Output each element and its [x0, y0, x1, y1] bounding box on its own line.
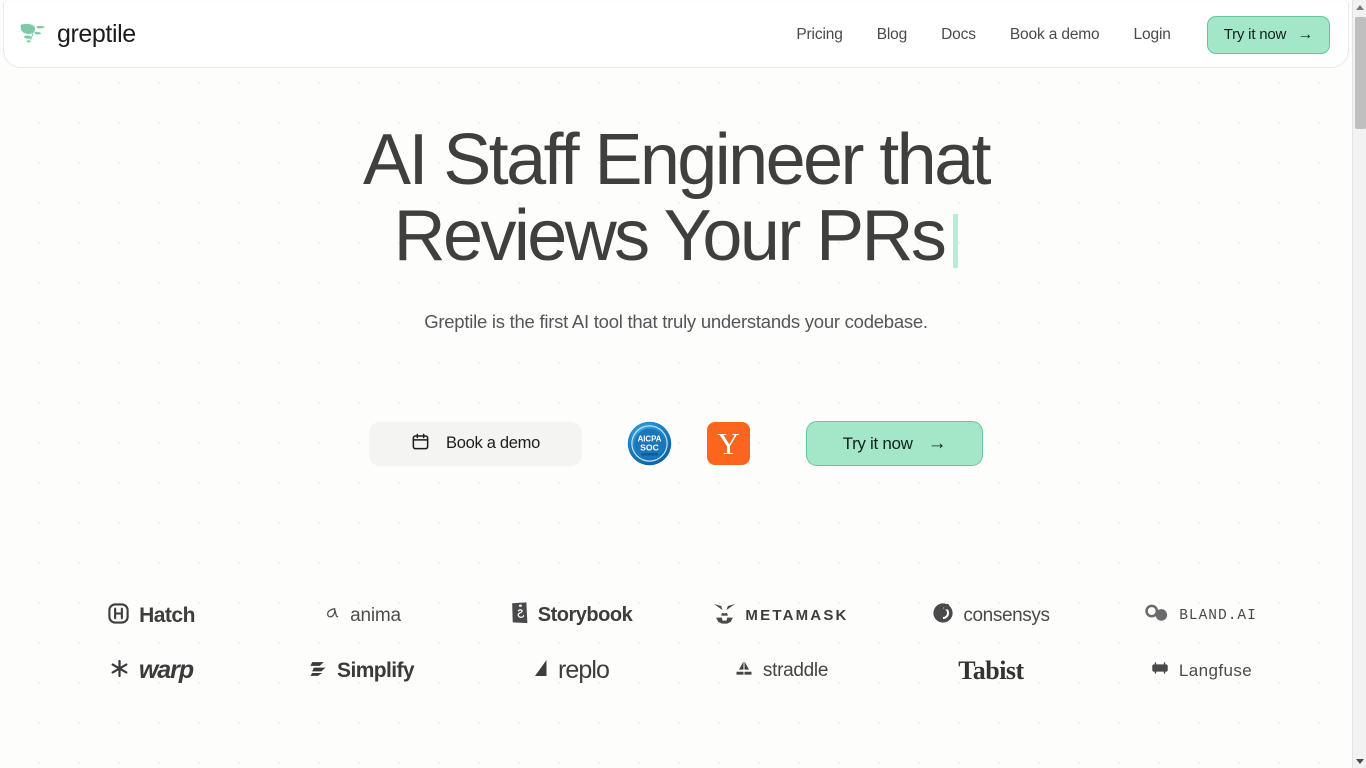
logo-simplify[interactable]: Simplify [256, 658, 466, 683]
book-a-demo-label: Book a demo [446, 434, 540, 452]
simplify-icon [308, 658, 328, 683]
langfuse-icon [1150, 660, 1170, 681]
logo-label: Hatch [139, 603, 195, 627]
logo-hatch[interactable]: Hatch [46, 602, 256, 630]
nav-link-blog[interactable]: Blog [860, 18, 924, 52]
logo-label: Tabist [958, 655, 1024, 685]
scrollbar-up-arrow[interactable] [1353, 0, 1366, 14]
hatch-icon [107, 602, 130, 630]
anima-alpha-icon [321, 603, 341, 628]
svg-text:SOC: SOC [640, 443, 659, 453]
main-nav: Pricing Blog Docs Book a demo Login Try … [779, 15, 1330, 54]
logo-bland-ai[interactable]: BLAND.AI [1096, 604, 1306, 627]
site-header: greptile Pricing Blog Docs Book a demo L… [3, 2, 1349, 68]
y-combinator-badge[interactable]: Y [707, 422, 750, 465]
logo-label: anima [350, 604, 401, 626]
bland-infinity-icon [1145, 604, 1170, 627]
logo-row: Hatch anima Storybook METAMASK consensys… [46, 588, 1306, 643]
hero-try-it-now-label: Try it now [842, 433, 913, 453]
logo-label: replo [557, 656, 610, 684]
brand-logo[interactable]: greptile [18, 20, 136, 50]
logo-langfuse[interactable]: Langfuse [1096, 660, 1306, 681]
warp-asterisk-icon [109, 658, 130, 684]
page-root: greptile Pricing Blog Docs Book a demo L… [0, 0, 1352, 768]
hero-cta-row: Book a demo AICPA SOC Y Try it now → [0, 421, 1352, 466]
logo-label: consensys [963, 604, 1050, 626]
hero-section: AI Staff Engineer that Reviews Your PRs … [0, 66, 1352, 466]
customer-logo-wall: Hatch anima Storybook METAMASK consensys… [0, 588, 1352, 698]
hero-subtitle: Greptile is the first AI tool that truly… [424, 311, 928, 332]
nav-link-login[interactable]: Login [1117, 18, 1188, 52]
metamask-fox-icon [713, 603, 736, 629]
hero-try-it-now-button[interactable]: Try it now → [806, 421, 983, 466]
logo-row: warp Simplify replo straddle Tabist Lang… [46, 643, 1306, 698]
logo-label: straddle [762, 659, 829, 681]
logo-label: Simplify [337, 658, 414, 682]
logo-warp[interactable]: warp [46, 656, 256, 685]
logo-label: warp [138, 656, 194, 684]
scrollbar-thumb[interactable] [1355, 17, 1366, 129]
straddle-icon [734, 658, 754, 683]
page-title: AI Staff Engineer that Reviews Your PRs [363, 120, 992, 276]
nav-link-book-a-demo[interactable]: Book a demo [993, 18, 1117, 52]
aicpa-soc-badge[interactable]: AICPA SOC [582, 421, 672, 466]
nav-try-it-now-label: Try it now [1223, 26, 1287, 43]
logo-anima[interactable]: anima [256, 603, 466, 628]
logo-metamask[interactable]: METAMASK [676, 603, 886, 629]
nav-try-it-now-button[interactable]: Try it now → [1206, 15, 1330, 54]
logo-label: Langfuse [1178, 660, 1253, 680]
arrow-right-icon: → [927, 433, 947, 454]
logo-label: METAMASK [745, 607, 849, 624]
logo-label: BLAND.AI [1179, 607, 1257, 624]
typing-caret [953, 214, 959, 268]
nav-link-pricing[interactable]: Pricing [779, 18, 859, 52]
replo-icon [533, 658, 549, 683]
logo-storybook[interactable]: Storybook [466, 602, 676, 629]
logo-tabist[interactable]: Tabist [886, 656, 1096, 686]
hero-title-text: AI Staff Engineer that Reviews Your PRs [363, 120, 992, 276]
book-a-demo-button[interactable]: Book a demo [369, 421, 582, 466]
logo-consensys[interactable]: consensys [886, 602, 1096, 629]
chevron-down-icon [1356, 758, 1364, 764]
calendar-icon [411, 432, 430, 456]
consensys-icon [932, 602, 954, 629]
logo-replo[interactable]: replo [466, 656, 676, 685]
arrow-right-icon: → [1297, 25, 1313, 43]
chevron-up-icon [1356, 4, 1364, 10]
nav-link-docs[interactable]: Docs [924, 18, 993, 52]
brand-name: greptile [57, 20, 136, 48]
logo-straddle[interactable]: straddle [676, 658, 886, 683]
scrollbar-down-arrow[interactable] [1353, 754, 1366, 768]
logo-label: Storybook [537, 604, 633, 626]
storybook-icon [510, 602, 529, 629]
greptile-leaf-mark-icon [18, 20, 48, 50]
vertical-scrollbar[interactable] [1352, 0, 1366, 768]
y-combinator-letter: Y [717, 426, 740, 461]
